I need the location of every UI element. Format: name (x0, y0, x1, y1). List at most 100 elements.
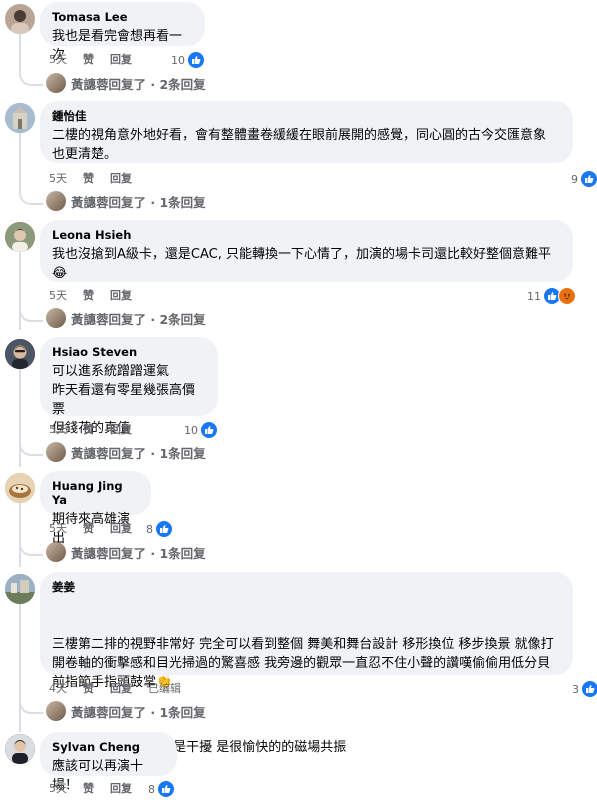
thread-curve (19, 540, 43, 556)
like-reaction-icon (580, 170, 597, 188)
reaction-summary[interactable]: 11 (527, 287, 576, 305)
comment-author[interactable]: Sylvan Cheng (52, 740, 165, 754)
reply-button[interactable]: 回复 (110, 680, 132, 696)
comment-actions: 5天 赞 回复 (49, 51, 148, 67)
thread-curve (19, 698, 43, 714)
comment-author[interactable]: Hsiao Steven (52, 345, 206, 359)
view-replies-button[interactable]: 黃譓蓉回复了 · 2条回复 (46, 307, 206, 329)
angry-reaction-icon (558, 287, 576, 305)
reply-author-avatar (46, 542, 66, 562)
reaction-summary[interactable]: 3 (572, 680, 597, 698)
thread-curve (19, 70, 43, 86)
thread-line (19, 34, 21, 72)
thread-curve (19, 189, 43, 205)
replies-label: 黃譓蓉回复了 · 2条回复 (71, 76, 206, 92)
comment-actions: 5天 赞 回复 (49, 287, 148, 303)
like-button[interactable]: 赞 (83, 780, 94, 796)
comment-bubble: Huang Jing Ya 期待來高雄演出 (40, 471, 151, 546)
comment-timestamp[interactable]: 5天 (49, 51, 67, 67)
reply-author-avatar (46, 73, 66, 93)
comment-actions: 5天 赞 回复 (49, 780, 148, 796)
reaction-count: 11 (527, 289, 541, 303)
reaction-count: 8 (148, 782, 155, 796)
comment-timestamp[interactable]: 5天 (49, 421, 67, 437)
like-reaction-icon (155, 520, 173, 538)
replies-label: 黃譓蓉回复了 · 1条回复 (71, 545, 206, 561)
reply-button[interactable]: 回复 (110, 780, 132, 796)
reply-button[interactable]: 回复 (110, 421, 132, 437)
like-button[interactable]: 赞 (83, 170, 94, 186)
thread-curve (19, 440, 43, 456)
comment-actions: 5天 赞 回复 (49, 170, 148, 186)
view-replies-button[interactable]: 黃譓蓉回复了 · 1条回复 (46, 190, 206, 212)
comment-feed: Tomasa Lee 我也是看完會想再看一次 10 5天 赞 回复 黃譓蓉回复了… (0, 0, 597, 800)
like-button[interactable]: 赞 (83, 287, 94, 303)
comment-author[interactable]: Huang Jing Ya (52, 479, 139, 507)
reaction-summary[interactable]: 8 (148, 780, 175, 798)
comment-text: 我也沒搶到A級卡，還是CAC, 只能轉換一下心情了，加演的場卡司還比較好整個意難… (52, 247, 551, 281)
reaction-count: 10 (184, 423, 198, 437)
reply-button[interactable]: 回复 (110, 51, 132, 67)
reply-author-avatar (46, 701, 66, 721)
reply-author-avatar (46, 442, 66, 462)
comment-bubble: Hsiao Steven 可以進系統蹭蹭運氣 昨天看還有零星幾張高價票 但錢花的… (40, 337, 218, 436)
like-button[interactable]: 赞 (83, 680, 94, 696)
view-replies-button[interactable]: 黃譓蓉回复了 · 1条回复 (46, 541, 206, 563)
reaction-summary[interactable]: 9 (571, 170, 597, 188)
like-reaction-icon (187, 51, 205, 69)
like-button[interactable]: 赞 (83, 520, 94, 536)
reply-author-avatar (46, 308, 66, 328)
avatar[interactable] (5, 734, 35, 764)
like-button[interactable]: 赞 (83, 51, 94, 67)
reply-author-avatar (46, 191, 66, 211)
replies-label: 黃譓蓉回复了 · 1条回复 (71, 445, 206, 461)
view-replies-button[interactable]: 黃譓蓉回复了 · 2条回复 (46, 72, 206, 94)
avatar[interactable] (5, 222, 35, 252)
view-replies-button[interactable]: 黃譓蓉回复了 · 1条回复 (46, 700, 206, 722)
like-reaction-icon (157, 780, 175, 798)
comment-timestamp[interactable]: 5天 (49, 520, 67, 536)
comment-actions: 5天 赞 回复 (49, 421, 148, 437)
replies-label: 黃譓蓉回复了 · 1条回复 (71, 704, 206, 720)
thread-line (19, 133, 21, 191)
avatar[interactable] (5, 4, 35, 34)
comment-timestamp[interactable]: 5天 (49, 780, 67, 796)
view-replies-button[interactable]: 黃譓蓉回复了 · 1条回复 (46, 441, 206, 463)
thread-line (19, 252, 21, 330)
reaction-count: 9 (571, 172, 578, 186)
avatar[interactable] (5, 103, 35, 133)
comment-author[interactable]: Leona Hsieh (52, 228, 561, 242)
comment-timestamp[interactable]: 5天 (49, 287, 67, 303)
comment-timestamp[interactable]: 4天 (49, 680, 67, 696)
thread-line (19, 503, 21, 567)
comment-author[interactable]: Tomasa Lee (52, 10, 193, 24)
avatar[interactable] (5, 339, 35, 369)
replies-label: 黃譓蓉回复了 · 2条回复 (71, 311, 206, 327)
like-button[interactable]: 赞 (83, 421, 94, 437)
reaction-count: 3 (572, 682, 579, 696)
comment-actions: 4天 赞 回复 已编辑 (49, 680, 197, 696)
avatar[interactable] (5, 473, 35, 503)
replies-label: 黃譓蓉回复了 · 1条回复 (71, 194, 206, 210)
comment-timestamp[interactable]: 5天 (49, 170, 67, 186)
avatar[interactable] (5, 574, 35, 604)
thread-curve (19, 306, 43, 322)
thread-line (19, 604, 21, 732)
comment-author[interactable]: 鍾怡佳 (52, 109, 561, 123)
reaction-count: 10 (171, 53, 185, 67)
reply-button[interactable]: 回复 (110, 520, 132, 536)
like-reaction-icon (200, 421, 218, 439)
thread-line (19, 369, 21, 467)
reply-button[interactable]: 回复 (110, 170, 132, 186)
reaction-summary[interactable]: 10 (184, 421, 218, 439)
comment-bubble: Leona Hsieh 我也沒搶到A級卡，還是CAC, 只能轉換一下心情了，加演… (40, 220, 573, 282)
like-reaction-icon (581, 680, 597, 698)
reaction-summary[interactable]: 10 (171, 51, 205, 69)
comment-text: 二樓的視角意外地好看，會有整體畫卷緩緩在眼前展開的感覺，同心圓的古今交匯意象 也… (52, 128, 547, 162)
comment-bubble: 姜姜 三樓第二排的視野非常好 完全可以看到整個 舞美和舞台設計 移形換位 移步換… (40, 572, 573, 755)
edited-label: 已编辑 (148, 682, 181, 695)
comment-author[interactable]: 姜姜 (52, 580, 561, 594)
comment-bubble: Tomasa Lee 我也是看完會想再看一次 (40, 2, 205, 63)
reaction-summary[interactable]: 8 (146, 520, 173, 538)
reply-button[interactable]: 回复 (110, 287, 132, 303)
